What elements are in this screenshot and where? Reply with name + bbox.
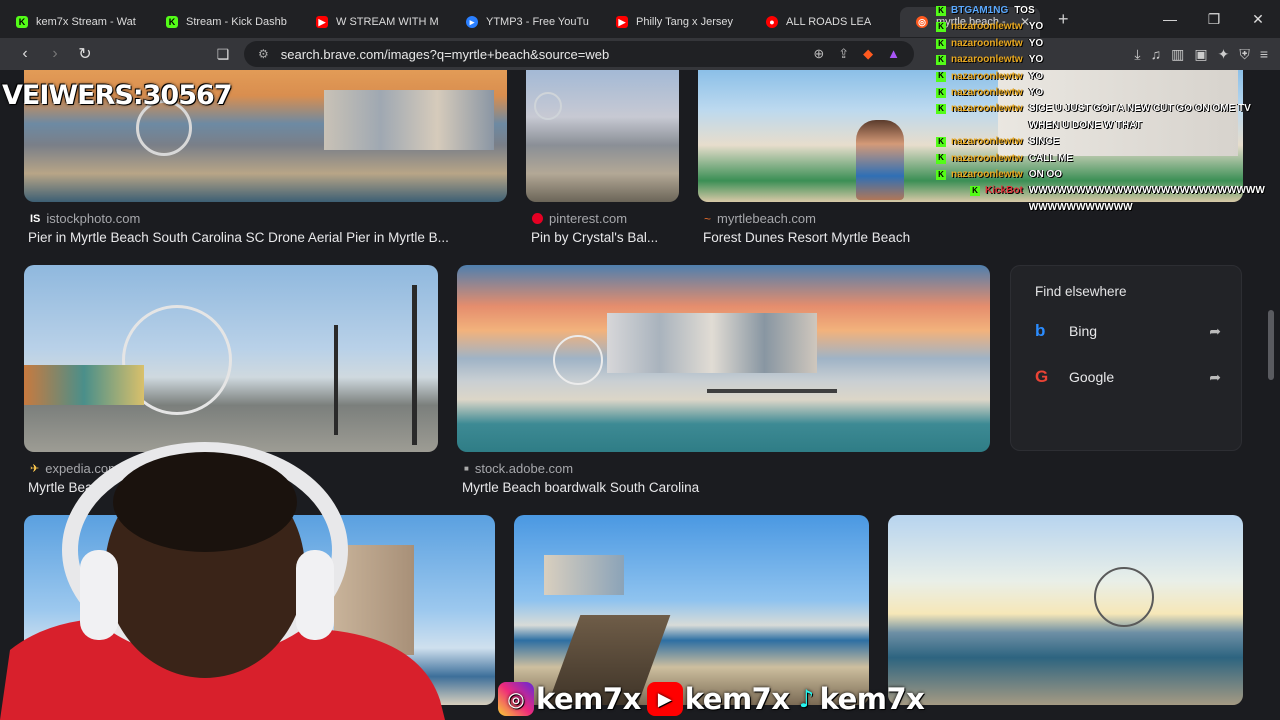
caption-forest-dunes[interactable]: Forest Dunes Resort Myrtle Beach (703, 230, 1003, 245)
url-text: search.brave.com/images?q=myrtle+beach&s… (280, 46, 610, 62)
tab-ytmp3[interactable]: ▸ YTMP3 - Free YouTu (450, 7, 600, 37)
chat-message: Knazaroonlewtw YO (936, 19, 1276, 35)
source-myrtlebeach[interactable]: ~ myrtlebeach.com (704, 211, 816, 226)
social-handles-overlay: ◎ kem7x ▶ kem7x ♪ kem7x (498, 678, 930, 720)
tab-youtube-philly[interactable]: ▶ Philly Tang x Jersey (600, 7, 750, 37)
kick-icon: K (936, 39, 946, 49)
kick-icon: K (166, 16, 178, 28)
tab-youtube-roads[interactable]: ● ALL ROADS LEA (750, 7, 900, 37)
webcam-overlay (0, 442, 445, 720)
chat-message: Knazaroonlewtw SINCE (936, 134, 1276, 150)
kick-icon: K (936, 170, 946, 181)
back-icon[interactable]: ‹ (10, 39, 40, 69)
kick-icon: K (16, 16, 28, 28)
ferris-wheel-graphic (1094, 567, 1154, 627)
caption-pier-aerial[interactable]: Pier in Myrtle Beach South Carolina SC D… (28, 230, 508, 245)
address-bar[interactable]: ⚙ search.brave.com/images?q=myrtle+beach… (244, 41, 914, 67)
ferris-wheel-graphic (553, 335, 603, 385)
result-image-skyline-sunset[interactable] (457, 265, 990, 452)
forward-icon[interactable]: › (40, 39, 70, 69)
kick-icon: K (936, 22, 946, 33)
brave-shields-icon[interactable]: ◆ (863, 46, 873, 62)
result-image-boardwalk-path[interactable] (514, 515, 869, 705)
chat-message: Knazaroonlewtw YO (936, 52, 1276, 68)
source-istockphoto[interactable]: IS istockphoto.com (30, 211, 140, 226)
headphone-cup-right (296, 550, 334, 640)
bing-icon: b (1035, 321, 1046, 340)
shops-graphic (24, 365, 144, 405)
site-settings-icon[interactable]: ⚙ (258, 47, 269, 61)
lamp-post-graphic (412, 285, 417, 445)
couple-graphic (856, 120, 904, 200)
find-on-google[interactable]: G Google ➦ (1035, 364, 1221, 390)
kick-icon: K (936, 6, 946, 16)
tab-kick-stream[interactable]: Kkem7x Stream - Wat (0, 7, 150, 37)
caption-boardwalk-sc[interactable]: Myrtle Beach boardwalk South Carolina (462, 480, 862, 495)
brave-rewards-icon[interactable]: ▲ (887, 46, 900, 62)
result-image-wheel-sunrise[interactable] (888, 515, 1243, 705)
lamp-post-graphic (334, 325, 338, 435)
share-icon[interactable]: ⇪ (838, 46, 849, 62)
buildings-graphic (544, 555, 624, 595)
youtube-handle: kem7x (684, 682, 790, 716)
chat-message: K BTGAM1NG TOS (936, 3, 1276, 19)
source-pinterest[interactable]: pinterest.com (532, 211, 627, 226)
pinterest-icon (532, 213, 543, 224)
pier-graphic (707, 389, 837, 393)
kick-icon: K (936, 55, 946, 66)
share-arrow-icon[interactable]: ➦ (1209, 323, 1221, 340)
kick-icon: K (936, 137, 946, 148)
bookmark-icon[interactable]: ❏ (208, 39, 238, 69)
myrtlebeach-icon: ~ (704, 211, 712, 226)
chat-message: Knazaroonlewtw YO (936, 36, 1276, 52)
tiktok-handle: kem7x (819, 682, 925, 716)
youtube-icon: ▶ (646, 682, 683, 716)
kick-icon: K (936, 88, 946, 99)
result-image-boardwalk-lamps[interactable] (24, 265, 438, 452)
kick-icon: K (936, 71, 946, 82)
tab-youtube-stream[interactable]: ▶ W STREAM WITH M (300, 7, 450, 37)
instagram-handle: kem7x (536, 682, 641, 716)
istock-icon: IS (30, 212, 41, 225)
viewer-count-overlay: VEIWERS:30567 (2, 80, 233, 111)
brave-search-icon: ◎ (916, 16, 928, 28)
youtube-icon: ▶ (616, 16, 628, 28)
find-on-bing[interactable]: b Bing ➦ (1035, 318, 1221, 344)
find-elsewhere-heading: Find elsewhere (1035, 284, 1127, 299)
caption-pin-crystal[interactable]: Pin by Crystal's Bal... (531, 230, 691, 245)
share-arrow-icon[interactable]: ➦ (1209, 369, 1221, 386)
hair-graphic (113, 452, 297, 552)
hotel-buildings-graphic (324, 90, 494, 150)
youtube-icon: ● (766, 16, 778, 28)
chat-message: Knazaroonlewtw SICE U JUST GOT A NEW CUT … (936, 101, 1276, 134)
tiktok-icon: ♪ (798, 685, 815, 713)
google-icon: G (1035, 367, 1049, 386)
chat-message: Knazaroonlewtw YO (936, 69, 1276, 85)
kick-icon: K (936, 153, 946, 164)
chat-overlay: K BTGAM1NG TOS Knazaroonlewtw YO Knazaroonl… (936, 3, 1276, 216)
youtube-icon: ▶ (316, 16, 328, 28)
kick-icon: K (970, 186, 980, 197)
kick-icon: K (936, 104, 946, 115)
chat-message: Knazaroonlewtw CALL ME (936, 151, 1276, 167)
result-image-beach-sunset[interactable] (526, 70, 679, 202)
tab-kick-dashboard[interactable]: K Stream - Kick Dashb (150, 7, 300, 37)
ferris-wheel-graphic (534, 92, 562, 120)
chat-message: Knazaroonlewtw YO (936, 85, 1276, 101)
headphone-cup-left (80, 550, 118, 640)
scrollbar[interactable] (1268, 310, 1274, 380)
find-elsewhere-panel: Find elsewhere b Bing ➦ G Google ➦ (1010, 265, 1242, 451)
zoom-icon[interactable]: ⊕ (813, 46, 824, 62)
instagram-icon: ◎ (498, 682, 534, 716)
ytmp3-icon: ▸ (466, 16, 478, 28)
chat-message: K KickBot WWWWWWWWWWWWWWWWWWWWWWWWWWWWWWWW… (970, 183, 1276, 216)
skyline-graphic (607, 313, 817, 373)
reload-icon[interactable]: ↻ (70, 39, 100, 69)
chat-message: Knazaroonlewtw ON OO (936, 167, 1276, 183)
